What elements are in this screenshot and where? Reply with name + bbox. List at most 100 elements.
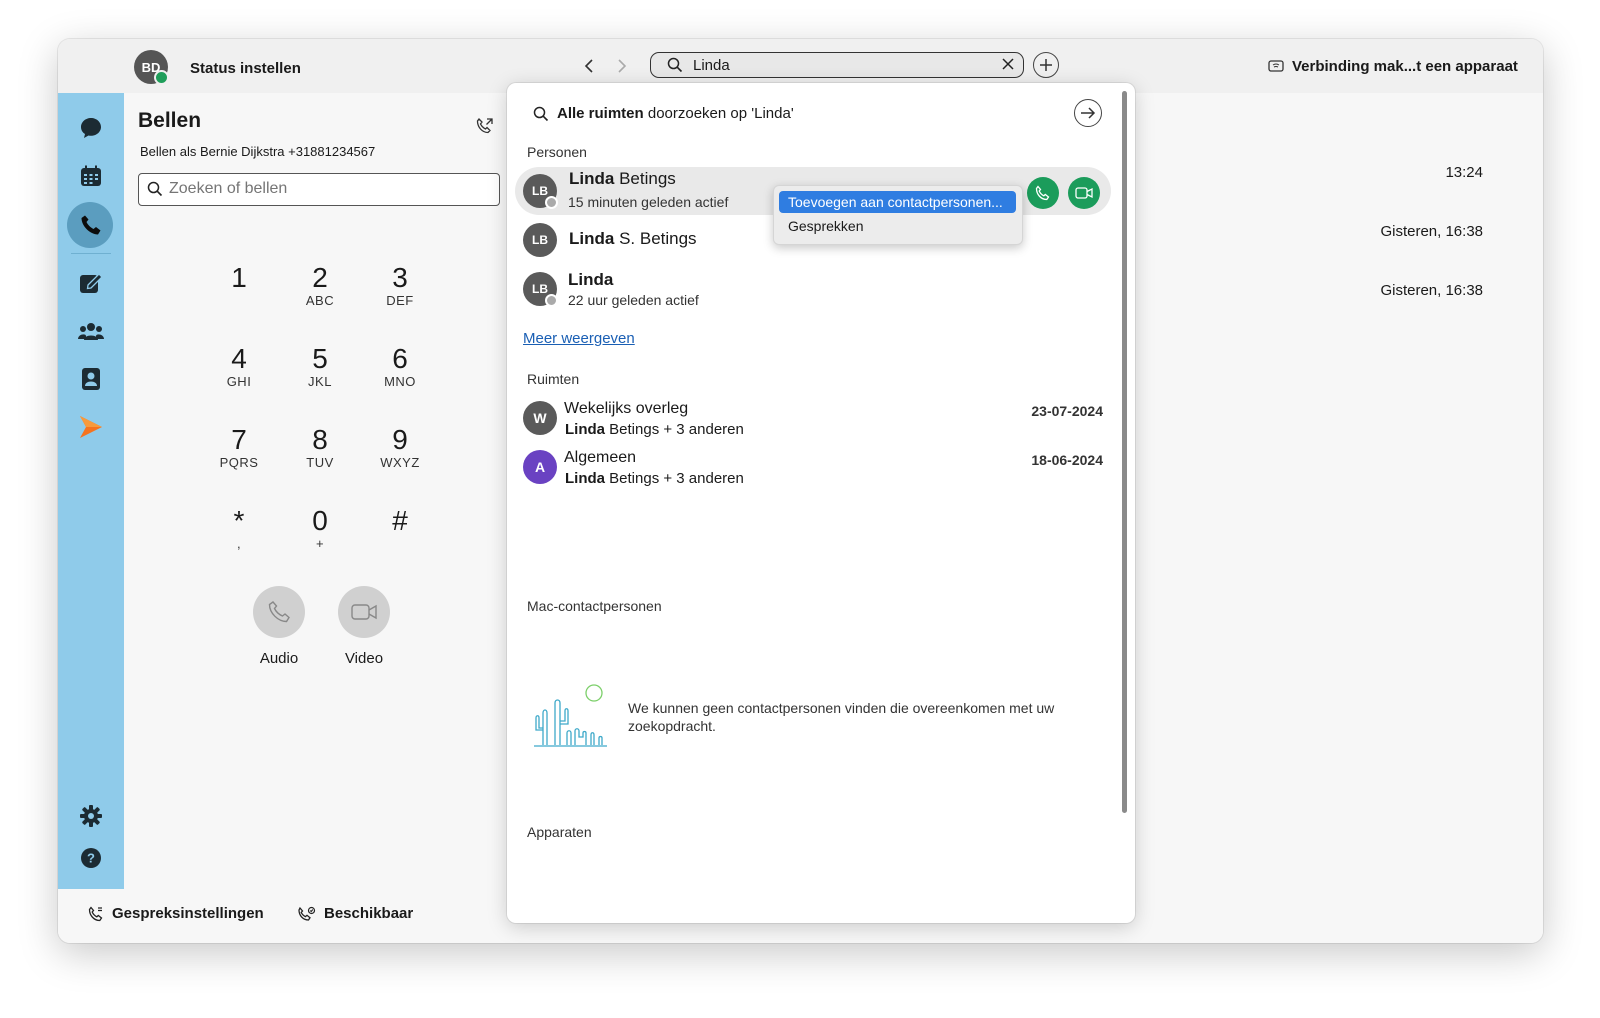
mac-contacts-section-label: Mac-contactpersonen — [527, 598, 662, 614]
dialpad-key-8[interactable]: 8 TUV — [290, 425, 350, 471]
search-input[interactable]: Linda — [693, 57, 730, 74]
members-match: Linda — [565, 470, 605, 487]
add-button[interactable] — [1033, 52, 1059, 78]
availability-button[interactable]: Beschikbaar — [298, 905, 413, 922]
calling-panel: Bellen Bellen als Bernie Dijkstra +31881… — [124, 93, 507, 889]
audio-call-button[interactable] — [1027, 177, 1059, 209]
conversations-menu-item[interactable]: Gesprekken — [788, 218, 863, 234]
rooms-section-label: Ruimten — [527, 371, 580, 387]
app-window: BD Status instellen Linda Verbinding mak… — [58, 39, 1543, 943]
gear-icon[interactable] — [78, 803, 104, 829]
dialpad-key-star[interactable]: *, — [209, 506, 269, 552]
dialpad-key-3[interactable]: 3 DEF — [370, 263, 430, 309]
chat-icon[interactable] — [78, 115, 104, 141]
name-rest: Betings — [614, 169, 676, 188]
room-name[interactable]: Wekelijks overleg — [564, 400, 688, 418]
key-letters: WXYZ — [380, 455, 420, 470]
dialpad-key-7[interactable]: 7 PQRS — [209, 425, 269, 471]
members-rest: Betings + 3 anderen — [605, 470, 744, 487]
search-all-text: doorzoeken op 'Linda' — [643, 105, 794, 122]
history-list: 13:24 Gisteren, 16:38 Gisteren, 16:38 — [1137, 93, 1543, 889]
key-letters: ABC — [305, 293, 335, 308]
key-letters: , — [236, 536, 242, 551]
key-digit: 1 — [231, 262, 247, 293]
audio-call-button[interactable] — [253, 586, 305, 638]
calendar-icon[interactable] — [78, 163, 104, 189]
team-icon[interactable] — [78, 318, 104, 344]
dialpad-key-0[interactable]: 0 + — [290, 506, 350, 552]
forward-arrow-icon[interactable] — [610, 55, 632, 77]
dialpad-key-9[interactable]: 9 WXYZ — [370, 425, 430, 471]
scrollbar[interactable] — [1122, 91, 1127, 813]
key-letters: TUV — [306, 455, 334, 470]
dial-search-field[interactable] — [138, 173, 500, 206]
history-time: Gisteren, 16:38 — [1380, 282, 1483, 299]
dialpad-key-hash[interactable]: # — [370, 506, 430, 536]
presence-dot — [545, 196, 558, 209]
video-call-button[interactable] — [1068, 177, 1100, 209]
arrow-app-icon[interactable] — [78, 414, 104, 440]
person-name[interactable]: Linda S. Betings — [569, 229, 697, 249]
global-search-field[interactable]: Linda — [650, 52, 1024, 78]
key-digit: 0 — [312, 505, 328, 536]
key-digit: 2 — [312, 262, 328, 293]
search-results-dropdown: Alle ruimten doorzoeken op 'Linda' Perso… — [507, 83, 1135, 923]
call-settings-button[interactable]: Gespreksinstellingen — [88, 905, 264, 922]
key-digit: # — [392, 505, 408, 536]
back-arrow-icon[interactable] — [579, 55, 601, 77]
video-label: Video — [344, 650, 384, 667]
dialpad-key-4[interactable]: 4 GHI — [209, 344, 269, 390]
name-rest: S. Betings — [614, 229, 697, 248]
dialpad-key-5[interactable]: 5 JKL — [290, 344, 350, 390]
dialpad-key-6[interactable]: 6 MNO — [370, 344, 430, 390]
show-more-link[interactable]: Meer weergeven — [523, 330, 635, 347]
key-digit: 3 — [392, 262, 408, 293]
user-avatar[interactable]: BD — [134, 50, 169, 85]
key-digit: 4 — [231, 343, 247, 374]
devices-section-label: Apparaten — [527, 824, 592, 840]
svg-text:?: ? — [87, 851, 95, 866]
avatar: LB — [523, 174, 558, 209]
room-avatar: A — [523, 450, 557, 484]
avatar-initials: LB — [532, 282, 548, 296]
presence-dot — [154, 70, 169, 85]
phone-icon[interactable] — [78, 212, 104, 238]
empty-state-message: We kunnen geen contactpersonen vinden di… — [628, 700, 1055, 734]
room-name[interactable]: Algemeen — [564, 449, 636, 467]
key-digit: 8 — [312, 424, 328, 455]
phone-icon — [268, 601, 290, 623]
name-match: Linda — [568, 270, 614, 289]
members-rest: Betings + 3 anderen — [605, 421, 744, 438]
person-name: Linda Betings — [569, 169, 676, 189]
sidebar-divider — [71, 253, 111, 254]
connect-device-button[interactable]: Verbinding mak...t een apparaat — [1268, 58, 1518, 75]
dialpad-key-1[interactable]: 1 — [209, 263, 269, 293]
avatar: LB — [523, 272, 558, 307]
key-digit: 9 — [392, 424, 408, 455]
dialpad-key-2[interactable]: 2 ABC — [290, 263, 350, 309]
key-letters: PQRS — [219, 455, 259, 470]
contacts-icon[interactable] — [78, 366, 104, 392]
dial-search-input[interactable] — [167, 179, 491, 199]
add-to-contacts-menu-item[interactable]: Toevoegen aan contactpersonen... — [779, 191, 1016, 213]
presence-dot — [545, 294, 558, 307]
close-icon[interactable] — [1001, 57, 1015, 76]
search-all-bold: Alle ruimten — [557, 105, 644, 122]
search-all-spaces-row[interactable]: Alle ruimten doorzoeken op 'Linda' — [533, 105, 794, 122]
room-initial: W — [533, 410, 547, 426]
key-digit: 5 — [312, 343, 328, 374]
go-arrow-button[interactable] — [1074, 99, 1102, 127]
key-letters: GHI — [226, 374, 252, 389]
set-status-button[interactable]: Status instellen — [190, 60, 301, 77]
person-name[interactable]: Linda — [568, 270, 613, 290]
call-forward-icon[interactable] — [476, 117, 494, 140]
cactus-illustration — [533, 683, 609, 756]
calling-as-label: Bellen als Bernie Dijkstra +31881234567 — [140, 144, 376, 159]
arrow-right-icon — [1081, 107, 1096, 119]
page-title: Bellen — [138, 109, 202, 132]
compose-icon[interactable] — [78, 270, 104, 296]
help-icon[interactable]: ? — [78, 845, 104, 871]
video-call-button[interactable] — [338, 586, 390, 638]
room-initial: A — [534, 459, 546, 475]
key-letters: MNO — [384, 374, 416, 389]
